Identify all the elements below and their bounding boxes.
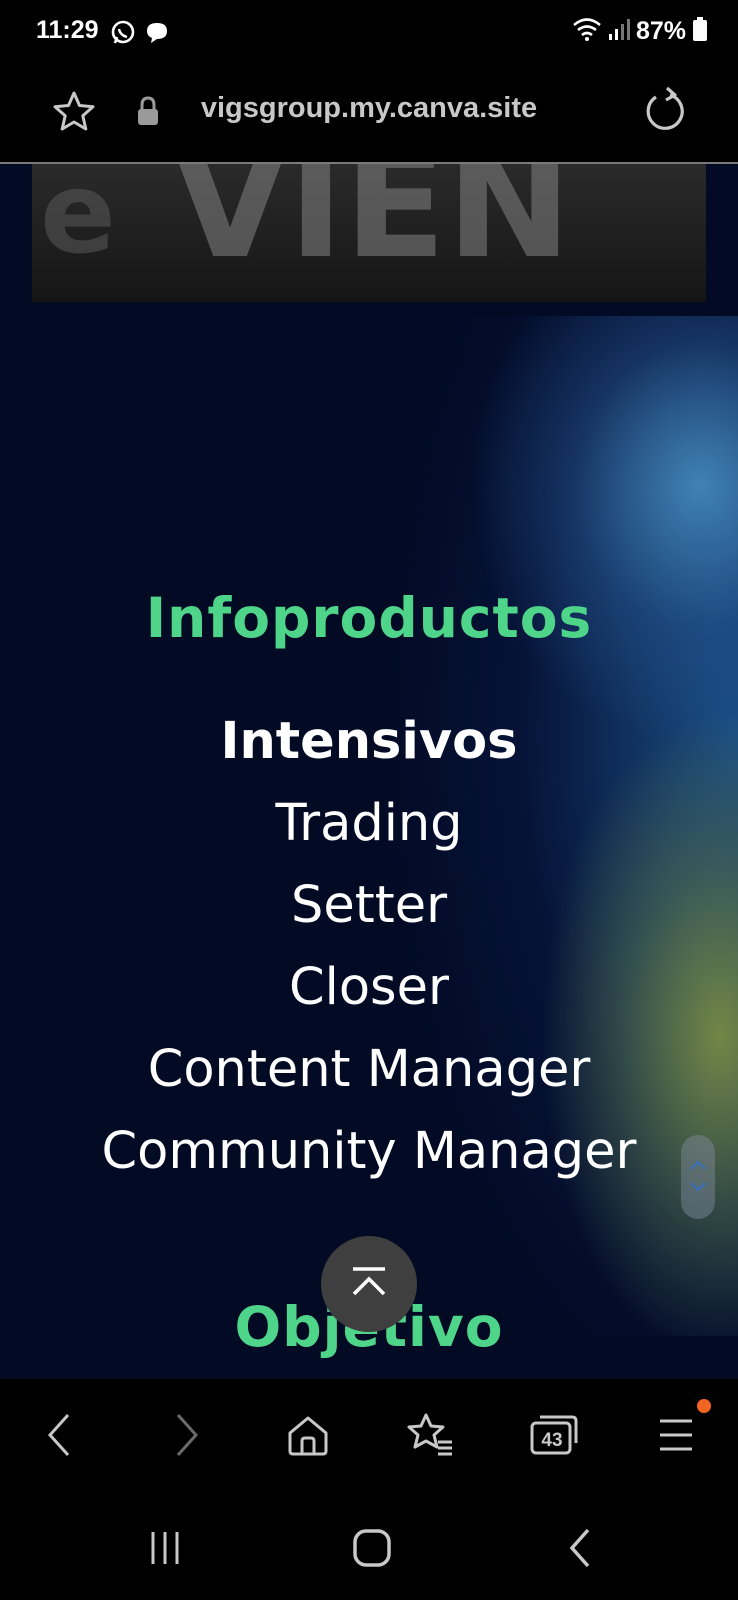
product-setter: Setter — [290, 876, 448, 935]
home-button-icon[interactable] — [342, 1523, 402, 1573]
chat-bubble-icon — [144, 20, 170, 50]
url-text[interactable]: vigsgroup.my.canva.site — [0, 92, 738, 125]
status-bar: 11:29 87% — [0, 0, 738, 70]
scroll-arrows-icon — [690, 1160, 706, 1192]
section-title: Infoproductos — [145, 586, 593, 650]
wifi-icon — [572, 16, 602, 46]
menu-icon[interactable] — [648, 1407, 704, 1463]
notification-dot — [697, 1399, 711, 1413]
scroll-indicator[interactable] — [681, 1135, 715, 1219]
battery-percent: 87% — [635, 16, 686, 45]
recents-icon[interactable] — [135, 1523, 195, 1573]
status-time: 11:29 — [36, 16, 99, 44]
infoproductos-section: Infoproductos Intensivos Trading Setter … — [0, 316, 738, 1336]
svg-text:e: e — [40, 164, 116, 279]
hero-image: e VIEN — [32, 164, 706, 302]
product-community-manager: Community Manager — [101, 1122, 637, 1181]
hero-letters-graphic: e VIEN — [40, 164, 572, 292]
web-page-content[interactable]: e VIEN Infoproductos Intensivos Trading … — [0, 164, 738, 1379]
signal-icon — [608, 16, 630, 46]
product-trading: Trading — [275, 794, 463, 853]
bookmarks-icon[interactable] — [402, 1407, 458, 1463]
chevron-up-icon — [352, 1267, 386, 1296]
back-icon[interactable] — [32, 1407, 88, 1463]
browser-toolbar: 43 — [0, 1379, 738, 1499]
reload-icon[interactable] — [640, 86, 690, 140]
product-closer: Closer — [289, 958, 449, 1017]
battery-icon — [692, 16, 708, 46]
back-nav-icon[interactable] — [550, 1523, 610, 1573]
tab-count: 43 — [541, 1430, 563, 1451]
back-to-top-button[interactable] — [321, 1236, 417, 1332]
whatsapp-icon — [110, 20, 136, 50]
product-heading-intensivos: Intensivos — [220, 712, 518, 771]
status-right-group: 87% — [572, 16, 708, 46]
tabs-icon[interactable]: 43 — [524, 1407, 584, 1463]
address-bar: vigsgroup.my.canva.site — [0, 70, 738, 164]
home-icon[interactable] — [280, 1407, 336, 1463]
svg-text:VIEN: VIEN — [172, 164, 572, 292]
product-content-manager: Content Manager — [147, 1040, 591, 1099]
system-navigation-bar — [0, 1499, 738, 1600]
forward-icon[interactable] — [158, 1407, 214, 1463]
